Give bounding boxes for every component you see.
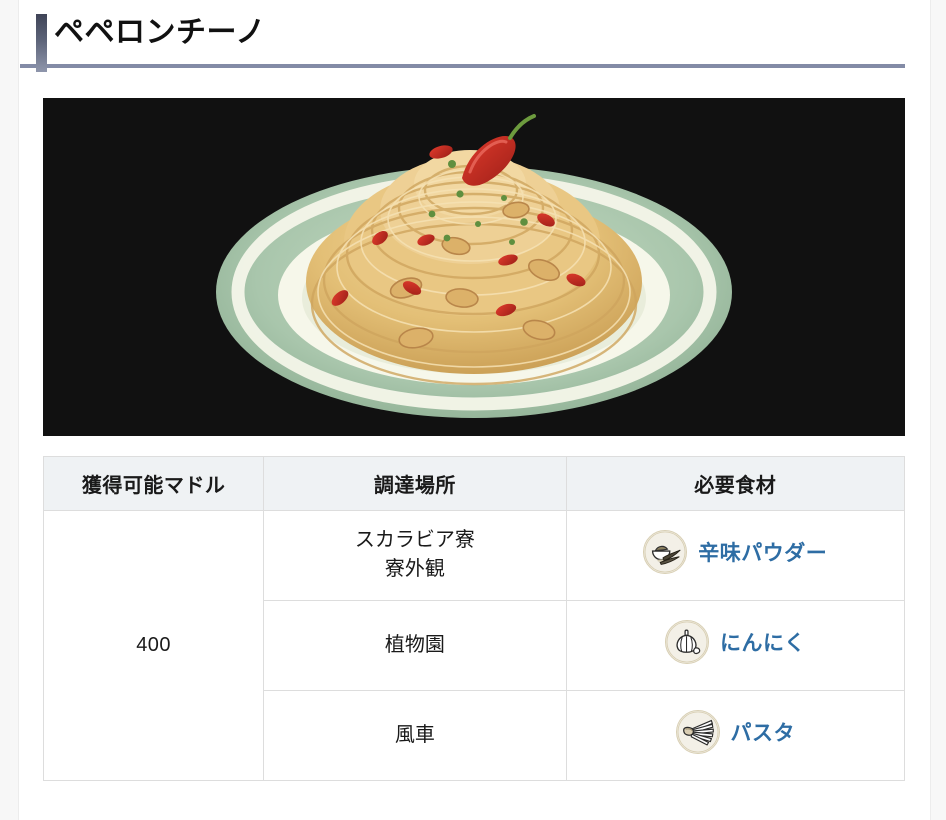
recipe-table: 獲得可能マドル 調達場所 必要食材 400 スカラビア寮 寮外観 辛味パウダー …: [42, 455, 906, 781]
garlic-icon: [665, 620, 709, 664]
pasta-icon: [675, 710, 720, 754]
material-name: 辛味パウダー: [698, 542, 828, 565]
material-name: パスタ: [730, 722, 796, 745]
material-cell: にんにく: [565, 599, 906, 691]
table-row: 400 スカラビア寮 寮外観 辛味パウダー: [42, 509, 906, 781]
chili-powder-icon: [643, 530, 688, 574]
column-header-madol: 獲得可能マドル: [42, 455, 265, 511]
place-cell: スカラビア寮 寮外観: [263, 509, 567, 601]
material-link-chili-powder[interactable]: 辛味パウダー: [643, 530, 827, 574]
column-header-materials: 必要食材: [565, 455, 906, 511]
material-cell: パスタ: [565, 689, 906, 781]
material-cell: 辛味パウダー: [565, 509, 906, 601]
material-link-pasta[interactable]: パスタ: [675, 710, 796, 754]
title-accent-bar: [36, 14, 47, 72]
madol-value: 400: [42, 509, 265, 781]
table-header-row: 獲得可能マドル 調達場所 必要食材: [42, 455, 906, 511]
dish-image: [43, 97, 905, 436]
place-line: 風車: [394, 723, 435, 746]
place-line: 植物園: [384, 633, 445, 656]
page-title-text: ペペロンチーノ: [54, 16, 266, 49]
place-cell: 風車: [263, 689, 567, 781]
place-line: 寮外観: [384, 558, 445, 580]
page-title: ペペロンチーノ: [20, 0, 905, 72]
page-gutter-left: [0, 0, 19, 820]
place-cell: 植物園: [263, 599, 567, 691]
column-header-place: 調達場所: [263, 455, 567, 511]
material-link-garlic[interactable]: にんにく: [665, 620, 806, 664]
place-line: スカラビア寮: [354, 529, 475, 551]
page-content: ペペロンチーノ 獲得可能マドル 調達場所 必要食材 400 スカラビア寮 寮外観…: [20, 0, 930, 820]
page-gutter-right: [930, 0, 946, 820]
material-name: にんにく: [720, 632, 806, 655]
dish-illustration: [216, 113, 732, 418]
